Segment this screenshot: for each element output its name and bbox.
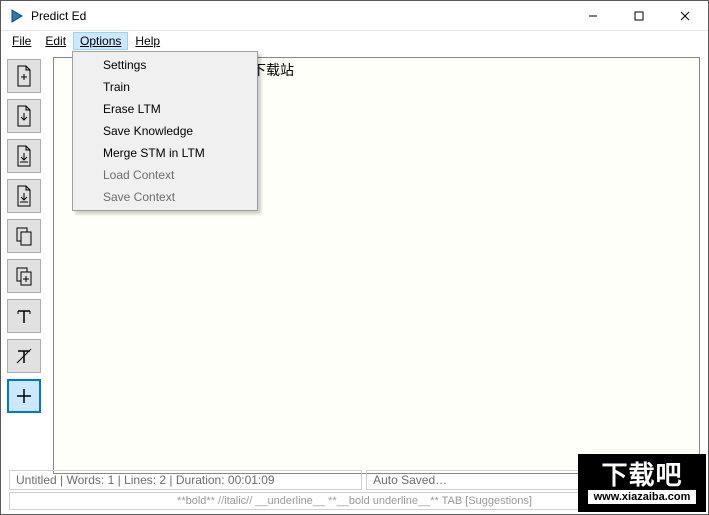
add-cursor-button[interactable] <box>7 379 41 413</box>
open-document-button[interactable] <box>7 99 41 133</box>
app-icon <box>9 8 25 24</box>
copy-button[interactable] <box>7 219 41 253</box>
menu-edit[interactable]: Edit <box>38 32 73 50</box>
copy-plus-button[interactable] <box>7 259 41 293</box>
close-button[interactable] <box>662 1 708 30</box>
text-t-icon <box>14 306 34 326</box>
minimize-button[interactable] <box>570 1 616 30</box>
menu-options[interactable]: Options <box>73 32 128 50</box>
menu-item-save-knowledge[interactable]: Save Knowledge <box>75 120 255 142</box>
menu-item-train[interactable]: Train <box>75 76 255 98</box>
watermark-text: 下载吧 <box>601 462 682 488</box>
document-arrow-down-icon <box>14 145 34 167</box>
menu-item-save-context: Save Context <box>75 186 255 208</box>
window-title: Predict Ed <box>31 9 570 23</box>
copy-plus-icon <box>14 265 34 287</box>
options-dropdown: Settings Train Erase LTM Save Knowledge … <box>72 51 258 211</box>
watermark-url: www.xiazaiba.com <box>588 490 697 504</box>
menu-item-settings[interactable]: Settings <box>75 54 255 76</box>
menu-bar: File Edit Options Help <box>1 31 708 51</box>
document-arrow-in-icon <box>14 105 34 127</box>
window-controls <box>570 1 708 30</box>
watermark-overlay: 下载吧 www.xiazaiba.com <box>578 454 706 512</box>
menu-item-load-context: Load Context <box>75 164 255 186</box>
menu-item-erase-ltm[interactable]: Erase LTM <box>75 98 255 120</box>
vertical-toolbar <box>7 57 45 474</box>
menu-file[interactable]: File <box>5 32 38 50</box>
menu-help[interactable]: Help <box>128 32 167 50</box>
plus-icon <box>14 386 34 406</box>
maximize-button[interactable] <box>616 1 662 30</box>
export-document-button[interactable] <box>7 179 41 213</box>
title-bar: Predict Ed <box>1 1 708 31</box>
document-export-icon <box>14 185 34 207</box>
save-document-button[interactable] <box>7 139 41 173</box>
document-plus-icon <box>14 65 34 87</box>
status-left: Untitled | Words: 1 | Lines: 2 | Duratio… <box>9 470 362 490</box>
menu-item-merge-stm[interactable]: Merge STM in LTM <box>75 142 255 164</box>
clear-format-button[interactable] <box>7 339 41 373</box>
new-document-button[interactable] <box>7 59 41 93</box>
text-strike-icon <box>14 346 34 366</box>
copy-icon <box>14 225 34 247</box>
text-insert-button[interactable] <box>7 299 41 333</box>
